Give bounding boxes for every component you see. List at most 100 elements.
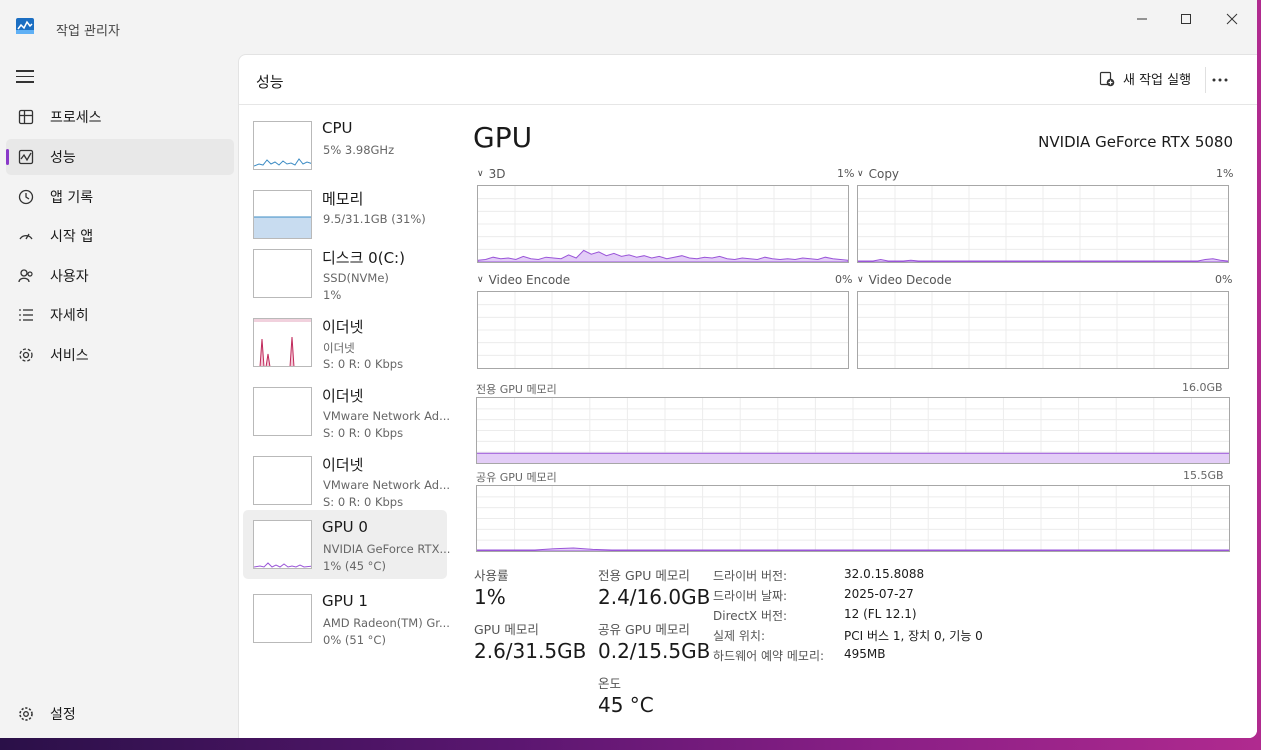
device-sub: 1% (45 °C) (323, 559, 386, 573)
engine-label: Video Encode (488, 273, 571, 287)
engine-selector-3d[interactable]: ∨ 3D (477, 167, 505, 181)
nav-processes[interactable]: 프로세스 (6, 99, 234, 135)
device-name: GPU 1 (322, 592, 368, 610)
details-icon (16, 305, 36, 325)
info-key: DirectX 버전: (713, 609, 788, 623)
ethernet-thumbnail (253, 456, 312, 505)
close-button[interactable] (1212, 8, 1252, 30)
graph-canvas (477, 398, 1229, 463)
device-list: CPU 5% 3.98GHz 메모리 9.5/31.1GB (31%) 디스크 … (239, 105, 451, 738)
device-gpu-1[interactable]: GPU 1 AMD Radeon(TM) Gr... 0% (51 °C) (243, 586, 450, 655)
nav-label-performance: 성능 (50, 150, 76, 166)
nav-label-startup-apps: 시작 앱 (50, 229, 94, 245)
device-sub: 1% (323, 288, 342, 302)
nav-details[interactable]: 자세히 (6, 297, 234, 333)
minimize-button[interactable] (1122, 8, 1162, 30)
nav-label-settings: 설정 (50, 707, 76, 723)
device-sub: S: 0 R: 0 Kbps (323, 357, 404, 371)
dedicated-memory-label: 전용 GPU 메모리 (476, 383, 557, 396)
info-value: 12 (FL 12.1) (844, 607, 917, 621)
chevron-down-icon: ∨ (857, 169, 864, 179)
info-value: 32.0.15.8088 (844, 567, 925, 581)
graph-copy (857, 185, 1229, 263)
main-header: 성능 새 작업 실행 (239, 55, 1257, 105)
device-sub: S: 0 R: 0 Kbps (323, 426, 404, 440)
device-cpu[interactable]: CPU 5% 3.98GHz (243, 113, 447, 182)
history-icon (16, 187, 36, 207)
dedicated-memory-stat-label: 전용 GPU 메모리 (598, 568, 690, 583)
usage-label: 사용률 (474, 568, 509, 583)
info-key: 하드웨어 예약 메모리: (713, 649, 825, 663)
device-ethernet[interactable]: 이더넷 VMware Network Ad... S: 0 R: 0 Kbps (243, 448, 450, 517)
gpu0-thumbnail (253, 520, 312, 569)
graph-canvas (858, 186, 1228, 262)
more-options-button[interactable] (1211, 68, 1229, 91)
usage-value: 1% (474, 585, 506, 609)
device-gpu-0[interactable]: GPU 0 NVIDIA GeForce RTX... 1% (45 °C) (243, 510, 450, 579)
sidebar: 프로세스 성능 앱 기록 시작 앱 사용자 자세히 서비스 설정 (0, 54, 238, 738)
engine-pct: 1% (1216, 167, 1234, 180)
minimize-icon (1137, 18, 1147, 20)
hamburger-menu-icon[interactable] (16, 70, 34, 84)
graph-video-encode (477, 291, 849, 369)
gpu-title: GPU (473, 121, 533, 154)
device-sub: 이더넷 (323, 341, 355, 355)
engine-label: Video Decode (868, 273, 952, 287)
nav-label-details: 자세히 (50, 308, 89, 324)
device-sub: VMware Network Ad... (323, 409, 451, 423)
gpu-memory-value: 2.6/31.5GB (474, 639, 587, 663)
temperature-value: 45 °C (598, 693, 654, 717)
task-manager-window: 작업 관리자 프로세스 성능 앱 기록 시작 앱 사용자 자세히 서비스 설정 … (0, 0, 1257, 738)
info-key: 드라이버 날짜: (713, 589, 788, 603)
disk-thumbnail (253, 249, 312, 298)
engine-pct: 1% (837, 167, 855, 180)
shared-memory-stat-value: 0.2/15.5GB (598, 639, 711, 663)
engine-selector-copy[interactable]: ∨ Copy (857, 167, 899, 181)
startup-icon (16, 226, 36, 246)
device-sub: SSD(NVMe) (323, 271, 389, 285)
nav-label-services: 서비스 (50, 348, 89, 364)
temperature-label: 온도 (598, 676, 622, 691)
nav-label-users: 사용자 (50, 269, 89, 285)
device-sub: 0% (51 °C) (323, 633, 386, 647)
maximize-button[interactable] (1166, 8, 1206, 30)
graph-canvas (478, 186, 848, 262)
device-ethernet[interactable]: 이더넷 이더넷 S: 0 R: 0 Kbps (243, 310, 447, 379)
engine-pct: 0% (1215, 273, 1233, 286)
chevron-down-icon: ∨ (857, 275, 864, 285)
engine-selector-video-decode[interactable]: ∨ Video Decode (857, 273, 952, 287)
gpu1-thumbnail (253, 594, 312, 643)
info-value: 495MB (844, 647, 886, 661)
nav-settings[interactable]: 설정 (6, 696, 234, 732)
device-sub: S: 0 R: 0 Kbps (323, 495, 404, 509)
nav-services[interactable]: 서비스 (6, 337, 234, 373)
device-name: 디스크 0(C:) (322, 249, 405, 267)
device-ethernet[interactable]: 이더넷 VMware Network Ad... S: 0 R: 0 Kbps (243, 379, 451, 448)
nav-startup-apps[interactable]: 시작 앱 (6, 218, 234, 254)
chevron-down-icon: ∨ (477, 169, 484, 179)
info-value: PCI 버스 1, 장치 0, 기능 0 (844, 629, 983, 643)
ethernet-thumbnail (253, 318, 312, 367)
run-new-task-button[interactable]: 새 작업 실행 (1099, 69, 1191, 88)
chevron-down-icon: ∨ (477, 275, 484, 285)
close-icon (1226, 13, 1238, 25)
engine-selector-video-encode[interactable]: ∨ Video Encode (477, 273, 570, 287)
nav-performance[interactable]: 성능 (6, 139, 234, 175)
nav-app-history[interactable]: 앱 기록 (6, 179, 234, 215)
nav-users[interactable]: 사용자 (6, 258, 234, 294)
ethernet-thumbnail (253, 387, 312, 436)
device-sub: AMD Radeon(TM) Gr... (323, 616, 450, 630)
graph-shared-memory (476, 485, 1230, 552)
window-title: 작업 관리자 (56, 24, 120, 39)
engine-label: 3D (488, 167, 506, 181)
graph-dedicated-memory (476, 397, 1230, 464)
more-icon (1212, 78, 1228, 82)
main-panel: 성능 새 작업 실행 CPU 5% 3.98GHz 메모리 9.5/31.1GB… (238, 54, 1257, 738)
graph-video-decode (857, 291, 1229, 369)
run-new-task-label: 새 작업 실행 (1123, 73, 1192, 88)
users-icon (16, 266, 36, 286)
device-name: 메모리 (322, 190, 364, 208)
device-disk[interactable]: 디스크 0(C:) SSD(NVMe) 1% (243, 241, 447, 310)
nav-label-app-history: 앱 기록 (50, 190, 94, 206)
device-name: 이더넷 (322, 318, 364, 336)
